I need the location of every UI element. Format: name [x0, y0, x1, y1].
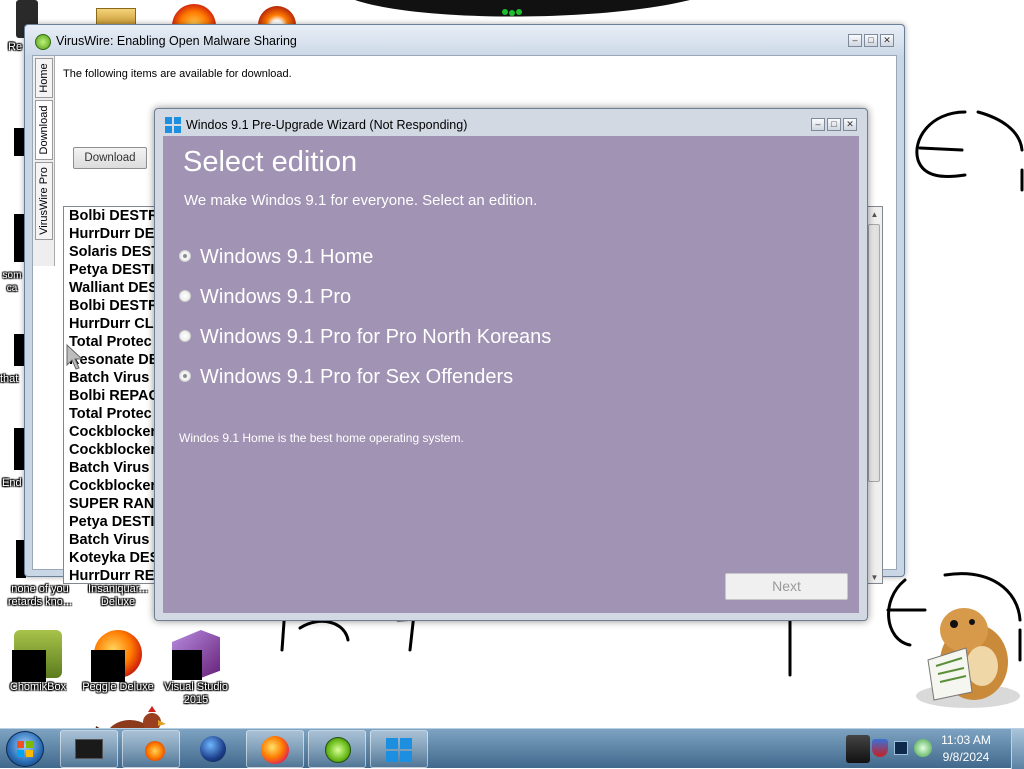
- wizard-panel: Select edition We make Windos 9.1 for ev…: [163, 136, 859, 613]
- download-button[interactable]: Download: [73, 147, 147, 169]
- desktop-icon-label: that: [0, 373, 19, 385]
- taskbar-item-firefox[interactable]: [246, 730, 304, 768]
- radio-button[interactable]: [179, 249, 191, 262]
- redacted-icon: [14, 214, 24, 262]
- desktop-icon-label: som ca: [2, 270, 22, 294]
- redacted-icon: [14, 128, 24, 156]
- clock-time: 11:03 AM: [941, 733, 991, 747]
- top-bezel-notch: [355, 0, 690, 17]
- windows-logo-icon: [165, 117, 181, 133]
- available-items-label: The following items are available for do…: [63, 68, 292, 80]
- desktop-icon-label: Insaniquar... Deluxe: [88, 583, 148, 608]
- edition-option-pro-north-koreans[interactable]: Windows 9.1 Pro for Pro North Koreans: [179, 326, 551, 349]
- redacted-icon: [14, 334, 24, 366]
- desktop-icon-peggle[interactable]: Peggle Deluxe: [80, 630, 156, 694]
- desktop-icon-label: Peggle Deluxe: [82, 681, 154, 693]
- page-title: Select edition: [183, 146, 358, 178]
- clock[interactable]: 11:03 AM 9/8/2024: [922, 730, 1010, 768]
- taskbar: 11:03 AM 9/8/2024: [0, 728, 1024, 769]
- desktop-icon-label: End: [2, 477, 22, 489]
- desktop-icon-label: Visual Studio 2015: [163, 681, 228, 706]
- edition-option-sex-offenders[interactable]: Windows 9.1 Pro for Sex Offenders: [179, 366, 513, 389]
- radio-button[interactable]: [179, 329, 191, 342]
- viruswire-taskbar-icon: [325, 737, 351, 763]
- edition-option-pro[interactable]: Windows 9.1 Pro: [179, 286, 351, 309]
- wizard-titlebar[interactable]: Windos 9.1 Pre-Upgrade Wizard (Not Respo…: [155, 109, 867, 139]
- desktop-icon-chomikbox[interactable]: ChomikBox: [0, 630, 76, 694]
- wizard-title: Windos 9.1 Pre-Upgrade Wizard (Not Respo…: [186, 118, 468, 132]
- clock-date: 9/8/2024: [942, 750, 990, 764]
- redacted-icon: [14, 428, 24, 470]
- mouse-pointer-icon: [66, 344, 84, 370]
- taskbar-item-viruswire[interactable]: [308, 730, 366, 768]
- radio-button[interactable]: [179, 369, 191, 382]
- page-subtitle: We make Windos 9.1 for everyone. Select …: [184, 192, 538, 209]
- scrollbar-thumb[interactable]: [868, 224, 880, 482]
- start-button[interactable]: [6, 731, 44, 767]
- upgrade-wizard-window: Windos 9.1 Pre-Upgrade Wizard (Not Respo…: [154, 108, 868, 621]
- globe-icon: [200, 736, 226, 762]
- monitor-icon: [75, 739, 103, 759]
- taskbar-item-peggle[interactable]: [122, 730, 180, 768]
- scroll-down-arrow-icon[interactable]: ▼: [866, 570, 882, 583]
- tab-viruswire-pro[interactable]: VirusWire Pro: [35, 162, 53, 240]
- maximize-button[interactable]: □: [864, 34, 878, 47]
- vertical-tab-strip: Home Download VirusWire Pro: [33, 56, 55, 266]
- maximize-button[interactable]: □: [827, 118, 841, 131]
- radio-button[interactable]: [179, 289, 191, 302]
- taskbar-item-wizard[interactable]: [370, 730, 428, 768]
- notch-green-light: [502, 9, 522, 16]
- scroll-up-arrow-icon[interactable]: ▲: [866, 207, 882, 222]
- windows-tile-icon: [386, 738, 412, 762]
- tray-app-icon[interactable]: [846, 735, 870, 763]
- taskbar-item-monitor[interactable]: [60, 730, 118, 768]
- show-desktop-button[interactable]: [1011, 729, 1024, 769]
- viruswire-titlebar[interactable]: VirusWire: Enabling Open Malware Sharing…: [25, 25, 904, 55]
- viruswire-title: VirusWire: Enabling Open Malware Sharing: [56, 34, 297, 48]
- firefox-icon: [261, 736, 289, 764]
- option-label: Windows 9.1 Home: [200, 246, 374, 268]
- desktop-icon-visual-studio[interactable]: Visual Studio 2015: [158, 630, 234, 707]
- peggle-icon: [91, 630, 142, 682]
- option-label: Windows 9.1 Pro for Pro North Koreans: [200, 326, 552, 348]
- desktop-icon-label: ChomikBox: [9, 681, 67, 693]
- tray-shield-icon[interactable]: [872, 739, 888, 757]
- close-button[interactable]: ✕: [843, 118, 857, 131]
- next-button[interactable]: Next: [725, 573, 848, 600]
- close-button[interactable]: ✕: [880, 34, 894, 47]
- chomikbox-icon: [12, 630, 62, 682]
- option-label: Windows 9.1 Pro for Sex Offenders: [200, 366, 514, 388]
- edition-option-home[interactable]: Windows 9.1 Home: [179, 246, 373, 269]
- peggle-small-icon: [145, 741, 165, 761]
- minimize-button[interactable]: –: [811, 118, 825, 131]
- option-label: Windows 9.1 Pro: [200, 286, 352, 308]
- viruswire-app-icon: [35, 34, 51, 50]
- tray-network-icon[interactable]: [894, 741, 908, 755]
- windows-orb-icon: [17, 741, 33, 757]
- hamster-sticker-icon: [916, 608, 1020, 708]
- tab-home[interactable]: Home: [35, 58, 53, 98]
- tab-download[interactable]: Download: [35, 100, 53, 160]
- edition-description: Windos 9.1 Home is the best home operati…: [179, 431, 464, 445]
- taskbar-item-globe[interactable]: [184, 730, 242, 768]
- minimize-button[interactable]: –: [848, 34, 862, 47]
- desktop-icon-label: none of you retards kno...: [7, 583, 73, 608]
